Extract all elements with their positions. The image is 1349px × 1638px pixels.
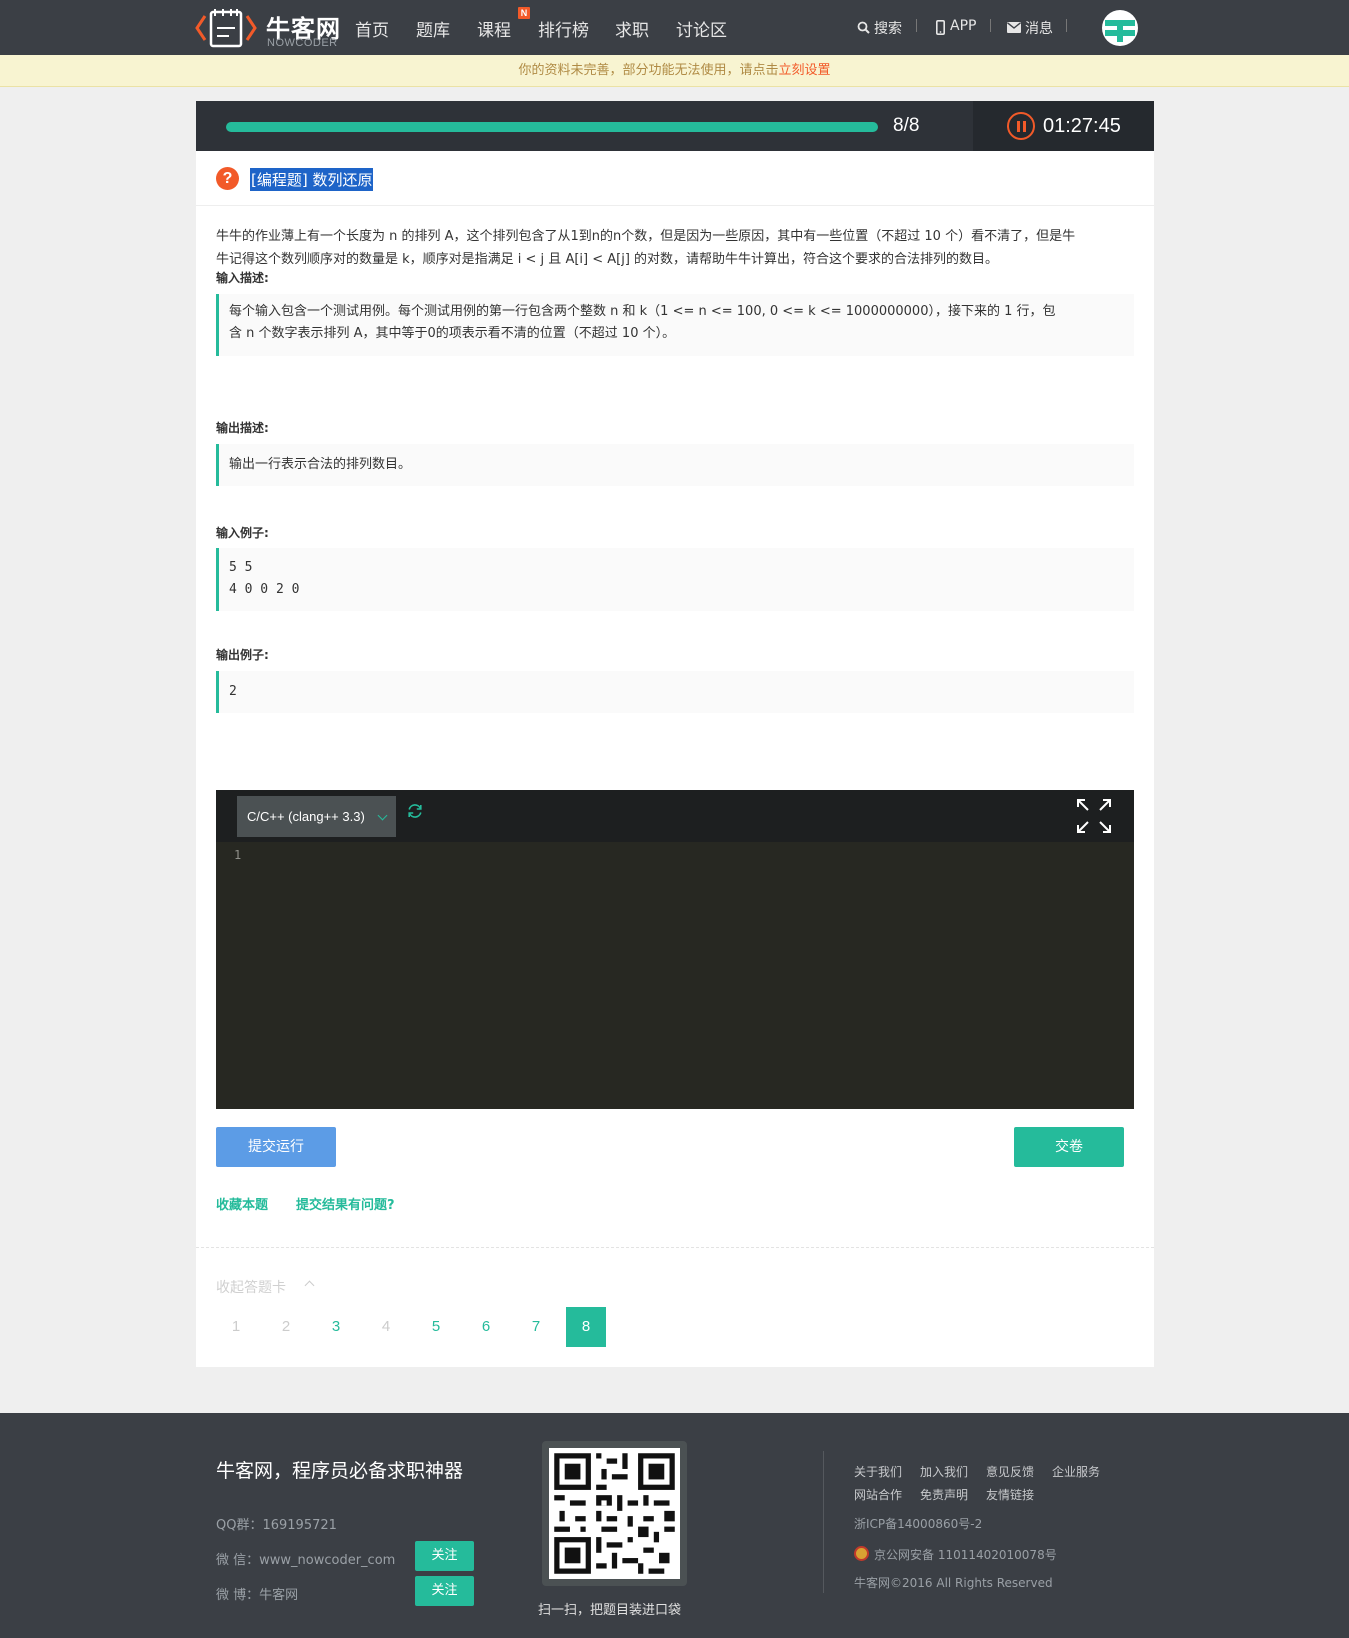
- question-nav-7[interactable]: 7: [516, 1307, 556, 1347]
- description-line: 牛记得这个数列顺序对的数量是 k，顺序对是指满足 i < j 且 A[i] < …: [216, 252, 999, 267]
- timer: 01:27:45: [973, 101, 1154, 151]
- footer-link-enterprise[interactable]: 企业服务: [1052, 1463, 1100, 1480]
- police-record: 京公网安备 11011402010078号: [874, 1548, 1057, 1562]
- logo-subtext: NOWCODER: [267, 37, 338, 49]
- question-nav-8[interactable]: 8: [566, 1307, 606, 1347]
- nav-divider: [990, 19, 991, 32]
- sample-input-line: 4 0 0 2 0: [229, 582, 300, 597]
- input-heading: 输入描述:: [216, 271, 269, 285]
- sample-input: 5 5 4 0 0 2 0: [216, 548, 1134, 611]
- new-badge: N: [518, 7, 530, 19]
- question-nav-1[interactable]: 1: [216, 1307, 256, 1347]
- footer-link-friends[interactable]: 友情链接: [986, 1486, 1034, 1503]
- copyright: 牛客网©2016 All Rights Reserved: [854, 1576, 1053, 1590]
- question-nav-4[interactable]: 4: [366, 1307, 406, 1347]
- footer-divider: [823, 1451, 824, 1593]
- question-nav-5[interactable]: 5: [416, 1307, 456, 1347]
- nav-courses[interactable]: 课程: [477, 16, 511, 41]
- notice-text: 你的资料未完善，部分功能无法使用，请点击: [518, 63, 779, 78]
- nav-discuss[interactable]: 讨论区: [676, 16, 727, 41]
- section-divider: [196, 1247, 1154, 1248]
- footer-weibo: 微 博：牛客网: [216, 1588, 299, 1603]
- footer-link-partner[interactable]: 网站合作: [854, 1486, 902, 1503]
- search-label: 搜索: [874, 21, 902, 37]
- input-description: 每个输入包含一个测试用例。每个测试用例的第一行包含两个整数 n 和 k（1 <=…: [216, 294, 1134, 356]
- footer-link-disclaimer[interactable]: 免责声明: [920, 1486, 968, 1503]
- footer-link-feedback[interactable]: 意见反馈: [986, 1463, 1034, 1480]
- progress-count: 8/8: [893, 115, 920, 136]
- nav-home[interactable]: 首页: [355, 16, 389, 41]
- top-navbar: 牛客网 NOWCODER 首页 题库 课程 N 排行榜 求职 讨论区 搜索 AP…: [0, 0, 1349, 55]
- progress-header: 8/8 01:27:45: [196, 101, 1154, 151]
- qr-code: [542, 1441, 687, 1586]
- site-footer: 牛客网，程序员必备求职神器 QQ群：169195721 微 信：www_nowc…: [0, 1413, 1349, 1638]
- description-line: 牛牛的作业薄上有一个长度为 n 的排列 A，这个排列包含了从1到n的n个数，但是…: [216, 229, 1076, 244]
- messages-label: 消息: [1025, 21, 1053, 37]
- refresh-icon[interactable]: [406, 802, 424, 820]
- run-button[interactable]: 提交运行: [216, 1127, 336, 1167]
- site-logo[interactable]: 牛客网 NOWCODER: [195, 6, 345, 50]
- output-heading: 输出描述:: [216, 421, 269, 435]
- sample-output-heading: 输出例子:: [216, 648, 269, 662]
- user-avatar[interactable]: [1102, 10, 1138, 46]
- phone-icon: [936, 20, 945, 35]
- search-icon: [857, 21, 870, 34]
- pause-icon[interactable]: [1007, 112, 1035, 140]
- report-issue-link[interactable]: 提交结果有问题?: [296, 1194, 395, 1213]
- footer-wechat: 微 信：www_nowcoder_com: [216, 1553, 396, 1568]
- question-description: 牛牛的作业薄上有一个长度为 n 的排列 A，这个排列包含了从1到n的n个数，但是…: [216, 225, 1134, 271]
- envelope-icon: [1007, 22, 1021, 33]
- footer-qq: QQ群：169195721: [216, 1518, 337, 1533]
- collapse-label: 收起答题卡: [216, 1280, 286, 1296]
- sample-input-line: 5 5: [229, 560, 253, 575]
- sample-input-heading: 输入例子:: [216, 526, 269, 540]
- fullscreen-icon[interactable]: [1076, 798, 1112, 834]
- nav-divider: [916, 19, 917, 32]
- police-badge-icon: [854, 1546, 869, 1561]
- question-nav-2[interactable]: 2: [266, 1307, 306, 1347]
- timer-text: 01:27:45: [1043, 115, 1121, 137]
- question-mark-icon: ?: [216, 167, 239, 190]
- icp-record: 浙ICP备14000860号-2: [854, 1517, 983, 1531]
- follow-weibo-button[interactable]: 关注: [415, 1576, 474, 1606]
- notice-settings-link[interactable]: 立刻设置: [779, 63, 831, 78]
- submit-exam-button[interactable]: 交卷: [1014, 1127, 1124, 1167]
- question-header: ? [编程题] 数列还原: [196, 151, 1154, 206]
- qr-code-image: [549, 1448, 680, 1579]
- chevron-up-icon: [304, 1280, 315, 1291]
- follow-wechat-button[interactable]: 关注: [415, 1541, 474, 1571]
- nav-ranking[interactable]: 排行榜: [538, 16, 589, 41]
- qr-caption: 扫一扫，把题目装进口袋: [538, 1603, 682, 1618]
- question-nav-6[interactable]: 6: [466, 1307, 506, 1347]
- question-card: 8/8 01:27:45 ? [编程题] 数列还原 牛牛的作业薄上有一个长度为 …: [196, 101, 1154, 1367]
- language-select[interactable]: C/C++ (clang++ 3.3): [237, 796, 396, 837]
- nav-jobs[interactable]: 求职: [615, 16, 649, 41]
- line-number: 1: [234, 848, 242, 862]
- input-line: 含 n 个数字表示排列 A，其中等于0的项表示看不清的位置（不超过 10 个）。: [229, 326, 676, 341]
- footer-link-join[interactable]: 加入我们: [920, 1463, 968, 1480]
- favorite-link[interactable]: 收藏本题: [216, 1194, 268, 1213]
- footer-link-about[interactable]: 关于我们: [854, 1463, 902, 1480]
- footer-slogan: 牛客网，程序员必备求职神器: [216, 1460, 464, 1482]
- editor-toolbar: C/C++ (clang++ 3.3): [216, 790, 1134, 842]
- profile-notice-bar: 你的资料未完善，部分功能无法使用，请点击立刻设置: [0, 55, 1349, 87]
- output-description: 输出一行表示合法的排列数目。: [216, 444, 1134, 486]
- code-editor[interactable]: C/C++ (clang++ 3.3) 1: [216, 790, 1134, 1109]
- sample-output: 2: [216, 671, 1134, 713]
- progress-bar-fill: [226, 122, 878, 132]
- language-value: C/C++ (clang++ 3.3): [247, 809, 365, 824]
- question-title: [编程题] 数列还原: [250, 168, 374, 191]
- nav-problems[interactable]: 题库: [416, 16, 450, 41]
- question-nav-3[interactable]: 3: [316, 1307, 356, 1347]
- input-line: 每个输入包含一个测试用例。每个测试用例的第一行包含两个整数 n 和 k（1 <=…: [229, 304, 1056, 319]
- app-label: APP: [950, 18, 977, 34]
- chevron-down-icon: [377, 810, 388, 821]
- logo-icon: [195, 9, 257, 48]
- nav-divider: [1066, 19, 1067, 32]
